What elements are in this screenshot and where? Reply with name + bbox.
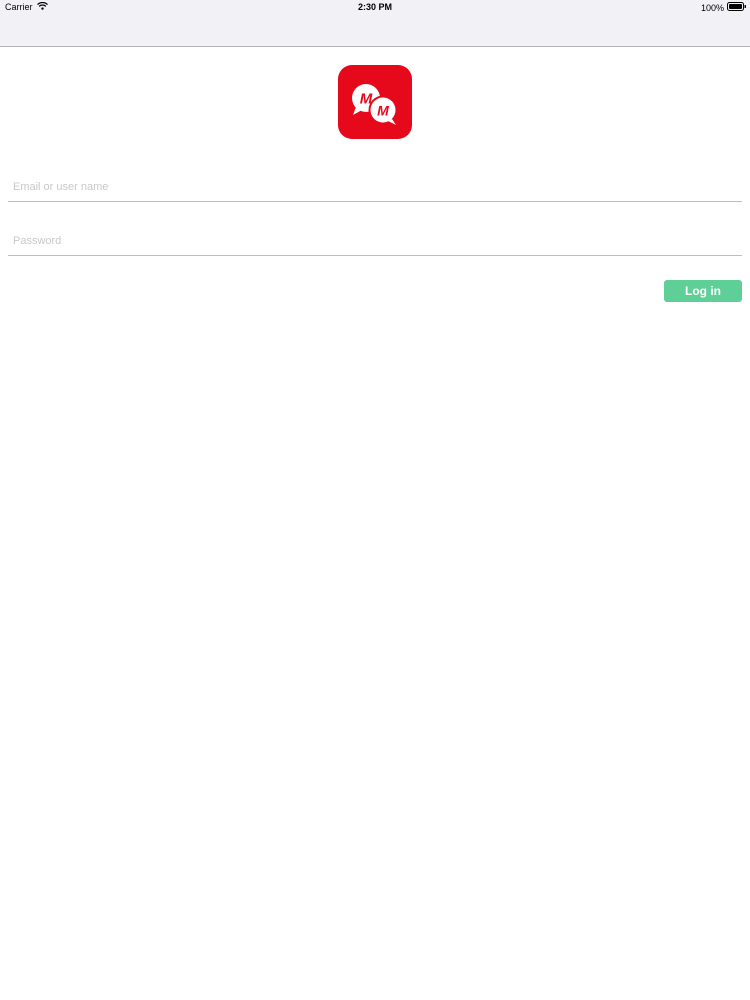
password-field-container: [8, 219, 742, 256]
svg-text:M: M: [377, 103, 389, 119]
username-input[interactable]: [13, 181, 733, 193]
chat-bubbles-logo-icon: M M: [352, 84, 398, 125]
status-bar: Carrier 2:30 PM 100%: [0, 0, 750, 15]
username-field-container: [8, 165, 742, 202]
login-button[interactable]: Log in: [664, 280, 742, 302]
battery-label: 100%: [700, 2, 724, 13]
status-right: 100%: [701, 2, 747, 13]
status-time: 2:30 PM: [357, 2, 392, 12]
app-logo: M M: [338, 65, 412, 139]
battery-icon: [727, 2, 747, 13]
password-input[interactable]: [13, 235, 733, 247]
navigation-bar: [0, 15, 750, 47]
